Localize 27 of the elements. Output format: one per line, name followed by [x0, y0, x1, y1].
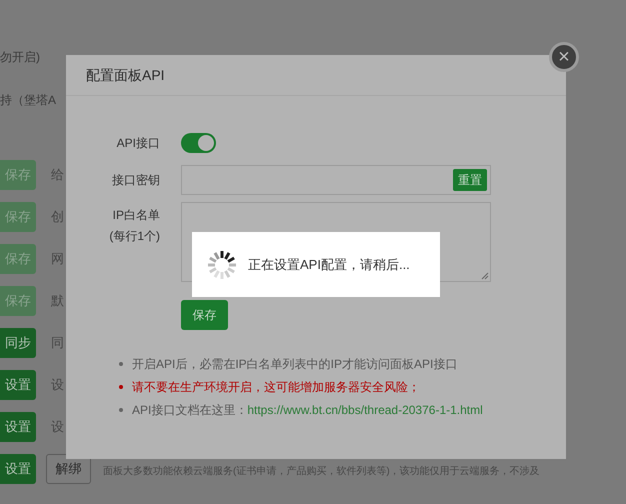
save-button[interactable]: 保存 — [181, 300, 228, 330]
background-button[interactable]: 设置 — [0, 454, 36, 484]
loading-message: 正在设置API配置，请稍后... — [248, 256, 410, 274]
unbind-button[interactable]: 解绑 — [46, 454, 91, 484]
field-hint: (每行1个) — [109, 228, 160, 245]
note-text: API接口文档在这里：https://www.bt.cn/bbs/thread-20376-1-1.html — [132, 402, 483, 419]
note-text: 请不要在生产环境开启，这可能增加服务器安全风险； — [132, 379, 420, 396]
field-label: API接口 — [116, 135, 160, 152]
key-field[interactable]: 重置 — [181, 165, 491, 195]
note-text: 开启API后，必需在IP白名单列表中的IP才能访问面板API接口 — [132, 356, 458, 373]
api-toggle[interactable] — [181, 133, 216, 153]
background-text: 持（堡塔A — [0, 92, 56, 108]
bullet-icon — [119, 362, 123, 366]
background-button[interactable]: 同步 — [0, 328, 36, 358]
bullet-icon — [119, 385, 123, 389]
close-button[interactable]: × — [549, 42, 579, 72]
dialog-title: 配置面板API — [86, 66, 165, 84]
background-text: 勿开启) — [0, 49, 40, 65]
field-label: 接口密钥 — [111, 172, 160, 189]
reset-button[interactable]: 重置 — [453, 169, 487, 191]
loading-spinner-icon — [206, 248, 238, 280]
docs-link[interactable]: https://www.bt.cn/bbs/thread-20376-1-1.html — [247, 403, 483, 417]
bullet-icon — [119, 408, 123, 412]
background-button[interactable]: 设置 — [0, 412, 36, 442]
resize-handle-icon[interactable] — [481, 272, 489, 280]
field-label: IP白名单 — [112, 207, 160, 224]
background-button[interactable]: 设置 — [0, 370, 36, 400]
